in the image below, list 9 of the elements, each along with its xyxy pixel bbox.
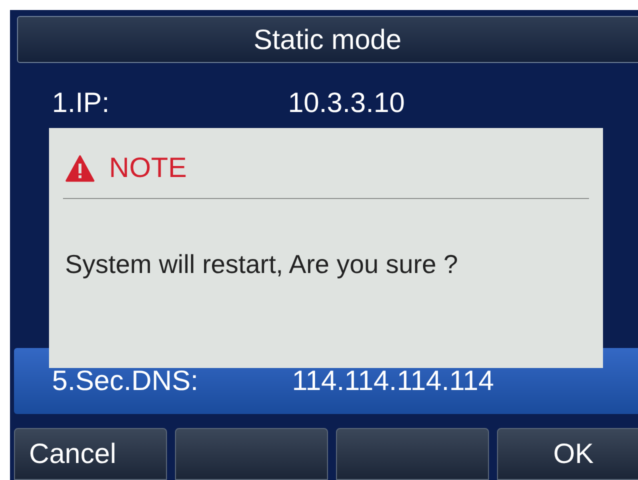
softkey-button[interactable] [336,428,489,480]
setting-row[interactable]: 1.IP: 10.3.3.10 [10,77,638,130]
dialog-message: System will restart, Are you sure ? [64,249,460,280]
warning-icon [65,154,95,182]
softkey-button[interactable] [175,428,328,480]
screen-title: Static mode [254,24,402,56]
dialog-title: NOTE [109,152,187,184]
softkey-button[interactable]: Cancel [14,428,167,480]
softkey-button[interactable]: OK [497,428,638,480]
